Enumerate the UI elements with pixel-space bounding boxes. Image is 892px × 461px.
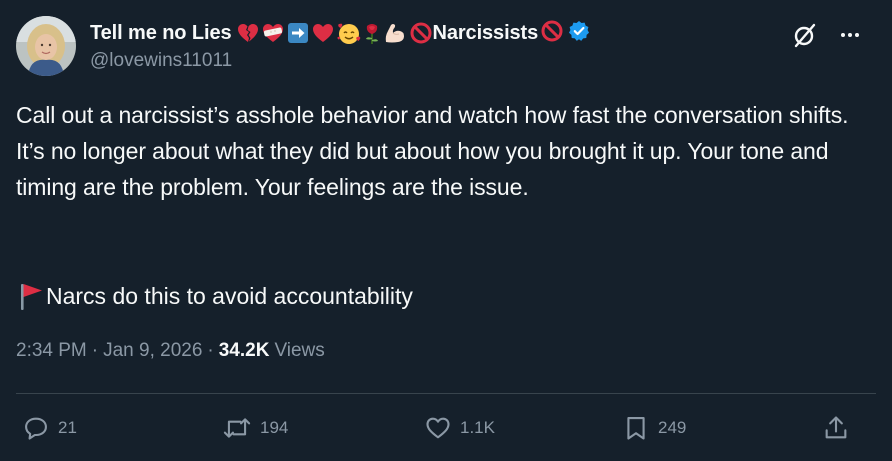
meta-separator-2: ·	[207, 340, 214, 361]
prohibited-icon-trailing	[540, 19, 564, 48]
reply-count: 21	[58, 418, 77, 437]
author-names: Tell me no Lies Narcissists @lovewins110…	[90, 18, 730, 72]
avatar[interactable]	[16, 16, 76, 76]
share-button[interactable]	[822, 414, 850, 442]
share-icon	[822, 414, 850, 442]
right-arrow-icon	[286, 21, 310, 45]
top-actions	[792, 22, 862, 53]
like-count: 1.1K	[460, 418, 495, 437]
reply-icon	[22, 414, 50, 442]
repost-count: 194	[260, 418, 289, 437]
grok-icon[interactable]	[792, 22, 818, 53]
post-date[interactable]: Jan 9, 2026	[103, 340, 202, 362]
name-emoji-strip	[236, 21, 433, 45]
smiling-face-with-hearts-icon	[336, 21, 362, 45]
broken-heart-icon	[236, 21, 260, 45]
heart-icon	[424, 414, 452, 442]
verified-badge-icon[interactable]	[568, 20, 590, 47]
views-count[interactable]: 34.2K	[219, 340, 270, 362]
display-name-row[interactable]: Tell me no Lies Narcissists	[90, 18, 730, 48]
views-label[interactable]: Views	[274, 340, 324, 362]
bookmark-button[interactable]: 249	[622, 414, 686, 442]
author-handle[interactable]: @lovewins11011	[90, 50, 730, 72]
more-icon[interactable]	[838, 23, 862, 52]
red-flag-icon	[16, 281, 44, 311]
rose-icon	[363, 21, 381, 45]
post-meta: 2:34 PM · Jan 9, 2026 · 34.2K Views	[16, 340, 325, 362]
red-heart-icon	[311, 21, 335, 45]
prohibited-icon	[409, 21, 433, 45]
action-bar: 21 194 1.1K 249	[16, 414, 876, 448]
display-name[interactable]: Tell me no Lies	[90, 22, 232, 45]
repost-button[interactable]: 194	[222, 414, 288, 442]
repost-icon	[222, 414, 252, 442]
divider	[16, 393, 876, 394]
tweet-header: Tell me no Lies Narcissists @lovewins110…	[16, 16, 876, 80]
bandaged-heart-icon	[261, 21, 285, 45]
name-suffix[interactable]: Narcissists	[433, 22, 539, 45]
post-flag-line: Narcs do this to avoid accountability	[16, 278, 413, 314]
meta-separator: ·	[91, 340, 99, 361]
bookmark-icon	[622, 414, 650, 442]
flexed-biceps-icon	[382, 21, 408, 45]
post-time[interactable]: 2:34 PM	[16, 340, 87, 362]
tweet: Tell me no Lies Narcissists @lovewins110…	[0, 0, 892, 461]
bookmark-count: 249	[658, 418, 687, 437]
like-button[interactable]: 1.1K	[424, 414, 495, 442]
flag-text: Narcs do this to avoid accountability	[46, 283, 413, 309]
post-text: Call out a narcissist’s asshole behavior…	[16, 102, 849, 200]
reply-button[interactable]: 21	[22, 414, 77, 442]
